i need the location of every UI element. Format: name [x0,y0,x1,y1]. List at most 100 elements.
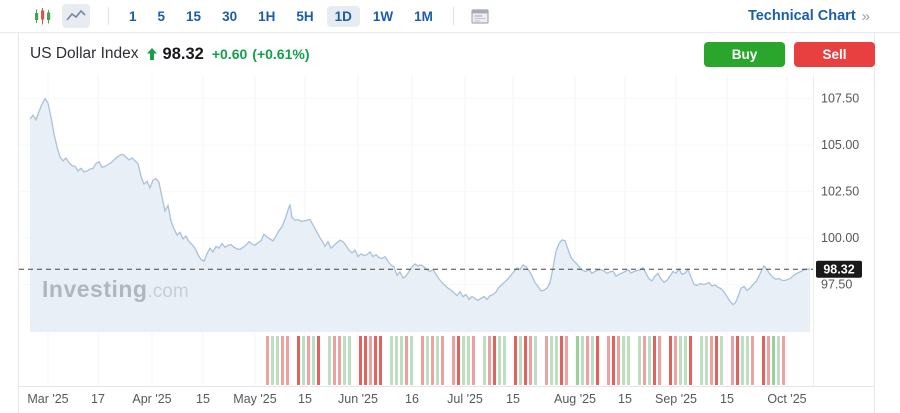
volume-bar [653,336,656,385]
x-axis-label: 15 [720,392,734,406]
volume-bar [720,336,723,385]
x-axis-label: 15 [298,392,312,406]
interval-button-15[interactable]: 15 [178,6,209,27]
x-axis-label: Mar '25 [27,392,68,406]
volume-bar [343,336,346,385]
x-axis-label: Jun '25 [338,392,378,406]
interval-button-5H[interactable]: 5H [288,6,321,27]
interval-button-30[interactable]: 30 [214,6,245,27]
interval-button-1D[interactable]: 1D [327,6,360,27]
volume-bar [777,336,780,385]
volume-bar [741,336,744,385]
volume-bar [271,336,274,385]
candlestick-icon [34,7,51,26]
volume-bar [560,336,563,385]
y-axis-label: 100.00 [821,231,859,245]
volume-bar [472,336,475,385]
volume-bar [715,336,718,385]
x-axis-label: Apr '25 [132,392,171,406]
volume-bar [452,336,455,385]
price-change: +0.60 [212,46,247,62]
interval-button-5[interactable]: 5 [150,6,174,27]
volume-bar [498,336,501,385]
candlestick-chart-button[interactable] [28,4,56,28]
x-axis-label: Oct '25 [767,392,806,406]
x-axis-label: Aug '25 [554,392,596,406]
interval-button-1H[interactable]: 1H [250,6,283,27]
volume-bar [751,336,754,385]
volume-bar [658,336,661,385]
volume-bar [312,336,315,385]
volume-bar [276,336,279,385]
volume-bar [395,336,398,385]
technical-chart-link[interactable]: Technical Chart » [748,8,870,25]
x-axis-label: Sep '25 [655,392,697,406]
volume-bar [405,336,408,385]
volume-bar [503,336,506,385]
volume-bar [359,336,362,385]
volume-bar [421,336,424,385]
volume-bar [524,336,527,385]
volume-bar [364,336,367,385]
volume-bar [648,336,651,385]
volume-bar [591,336,594,385]
volume-bar [379,336,382,385]
volume-bar [302,336,305,385]
last-price: 98.32 [163,45,204,64]
interval-button-1W[interactable]: 1W [365,6,401,27]
volume-bar [550,336,553,385]
volume-bar [519,336,522,385]
volume-bar [286,336,289,385]
chevron-right-icon: » [862,8,870,25]
trade-buttons: Buy Sell [704,42,875,67]
volume-bar [762,336,765,385]
toolbar-divider [108,7,109,25]
line-chart-icon [65,8,87,24]
volume-bar [467,336,470,385]
x-axis-label: 15 [506,392,520,406]
line-chart-button[interactable] [62,4,90,28]
volume-bar [348,336,351,385]
volume-bar [731,336,734,385]
sell-button[interactable]: Sell [794,42,875,67]
volume-bar [534,336,537,385]
buy-button[interactable]: Buy [704,42,785,67]
volume-bar [483,336,486,385]
volume-bar [457,336,460,385]
price-change-percent: (+0.61%) [252,46,309,62]
volume-bar [266,336,269,385]
x-axis-label: 16 [405,392,419,406]
interval-button-1[interactable]: 1 [121,6,145,27]
volume-bar [746,336,749,385]
x-axis-label: 15 [196,392,210,406]
volume-bar [369,336,372,385]
volume-bar [684,336,687,385]
volume-bar [400,336,403,385]
volume-bar [767,336,770,385]
panel-icon [471,9,489,24]
y-axis-label: 102.50 [821,185,859,199]
volume-bar [617,336,620,385]
volume-bar [555,336,558,385]
volume-bar [700,336,703,385]
volume-bar [297,336,300,385]
panel-toggle-button[interactable] [466,4,494,28]
x-axis-label: 15 [618,392,632,406]
volume-bar [596,336,599,385]
volume-bar [679,336,682,385]
volume-bar [281,336,284,385]
volume-bar [612,336,615,385]
volume-bar [441,336,444,385]
technical-chart-label: Technical Chart [748,8,856,24]
volume-bar [638,336,641,385]
chart-widget: 1515301H5H1D1W1M Technical Chart » US Do… [0,0,900,413]
interval-button-1M[interactable]: 1M [406,6,441,27]
volume-bar [374,336,377,385]
volume-bar [736,336,739,385]
volume-bar [586,336,589,385]
volume-bar [410,336,413,385]
volume-bar [333,336,336,385]
volume-bar [328,336,331,385]
volume-bar [529,336,532,385]
volume-bar [674,336,677,385]
